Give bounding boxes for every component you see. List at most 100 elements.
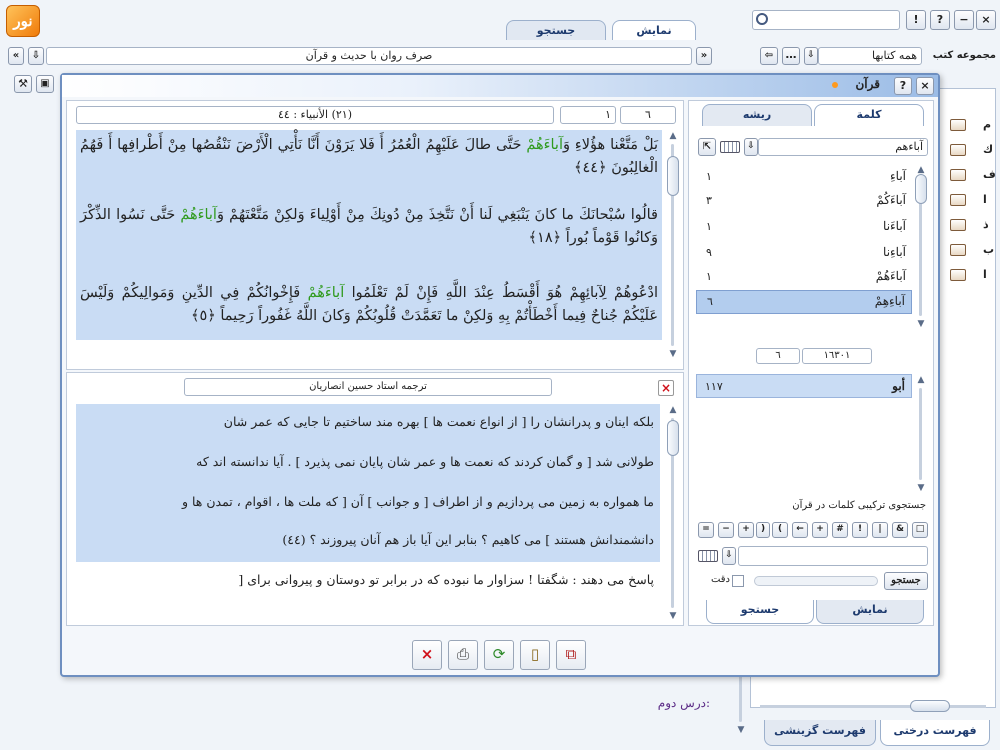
side-bottom-tab-display[interactable]: نمايش bbox=[816, 600, 924, 624]
word-list-item-selected[interactable]: آباءِهِمْ ٦ bbox=[696, 290, 912, 314]
bottom-tab-tree[interactable]: فهرست درختی bbox=[880, 720, 990, 746]
refresh-button[interactable]: ⟳ bbox=[484, 640, 514, 670]
verse-1: بَلْ مَتَّعْنا هؤُلاءِ وَآباءَهُمْ حَتَّ… bbox=[80, 137, 658, 176]
app-logo: نور bbox=[6, 5, 40, 37]
word-count: ١ bbox=[706, 170, 712, 183]
tree-item[interactable]: ف bbox=[983, 168, 996, 181]
quran-title: قرآن bbox=[855, 77, 880, 91]
tree-item[interactable]: ا bbox=[983, 193, 987, 206]
nav-back-button[interactable]: » bbox=[696, 47, 712, 65]
window-icon[interactable]: ▣ bbox=[36, 75, 54, 93]
precision-label: دقت bbox=[710, 574, 730, 585]
word-list-item[interactable]: آباءِنا ٩ bbox=[696, 242, 912, 264]
export-icon[interactable]: ⇱ bbox=[698, 138, 716, 156]
help-button[interactable]: ? bbox=[930, 10, 950, 30]
tree-item[interactable]: ذ bbox=[983, 218, 989, 231]
operator-button[interactable]: ← bbox=[792, 522, 808, 538]
operator-button[interactable]: + bbox=[812, 522, 828, 538]
compound-search-input[interactable] bbox=[738, 546, 928, 566]
root-list-item[interactable]: أبو ١١٧ bbox=[696, 374, 912, 398]
operator-button[interactable]: & bbox=[892, 522, 908, 538]
verse-3: ادْعُوهُمْ لِآبائِهِمْ هُوَ أَقْسَطُ عِن… bbox=[80, 285, 658, 324]
global-search-input[interactable] bbox=[752, 10, 900, 30]
word-count: ٦ bbox=[707, 295, 713, 308]
root-word-count: ١١٧ bbox=[705, 380, 723, 393]
search-button[interactable]: جستجو bbox=[884, 572, 928, 590]
word-list-vscroll[interactable]: ▲ ▼ bbox=[914, 164, 928, 330]
translation-close-icon[interactable]: × bbox=[658, 380, 674, 396]
operator-button[interactable]: + bbox=[738, 522, 754, 538]
compound-dropdown-button[interactable]: ⇩ bbox=[722, 547, 736, 565]
operator-button[interactable]: | bbox=[872, 522, 888, 538]
search-icon bbox=[756, 13, 768, 25]
quran-titlebar bbox=[62, 75, 938, 97]
operator-button[interactable]: # bbox=[832, 522, 848, 538]
operator-button[interactable]: □ bbox=[912, 522, 928, 538]
minimize-button[interactable]: − bbox=[954, 10, 974, 30]
tree-item[interactable]: ك bbox=[983, 143, 993, 156]
accent-marker bbox=[832, 82, 838, 88]
word-count: ٣ bbox=[706, 194, 712, 207]
side-tab-word[interactable]: كلمة bbox=[814, 104, 924, 126]
info-button[interactable]: ! bbox=[906, 10, 926, 30]
word-text: آباءِنا bbox=[883, 245, 906, 259]
top-tab-display[interactable]: نمایش bbox=[612, 20, 696, 40]
word-text: آباءِ bbox=[890, 169, 906, 183]
translation-vscroll[interactable]: ▲ ▼ bbox=[666, 404, 680, 622]
side-tab-root[interactable]: ريشه bbox=[702, 104, 812, 126]
word-list-item[interactable]: آباءِ ١ bbox=[696, 166, 912, 188]
word-list-item[interactable]: آباءَهُمْ ١ bbox=[696, 266, 912, 288]
precision-slider[interactable] bbox=[754, 576, 878, 586]
more-button[interactable]: … bbox=[782, 47, 800, 65]
book-icon bbox=[950, 194, 966, 206]
top-tab-search[interactable]: جستجو bbox=[506, 20, 606, 40]
collection-select[interactable]: همه کتابها bbox=[818, 47, 922, 65]
copy-button[interactable]: ⧉ bbox=[556, 640, 586, 670]
close-button[interactable]: × bbox=[976, 10, 996, 30]
nav-down-button[interactable]: ⇩ bbox=[28, 47, 44, 65]
collection-dropdown-button[interactable]: ⇩ bbox=[804, 47, 818, 65]
word-search-input[interactable]: آباءهم bbox=[758, 138, 928, 156]
operator-button[interactable]: ( bbox=[772, 522, 788, 538]
word-count: ٩ bbox=[706, 246, 712, 259]
word-list-item[interactable]: آباءَنا ١ bbox=[696, 216, 912, 238]
lesson-label: درس دوم: bbox=[657, 696, 710, 710]
operator-button[interactable]: ! bbox=[852, 522, 868, 538]
quran-help-button[interactable]: ? bbox=[894, 77, 912, 95]
result-counter-left: ٦ bbox=[756, 348, 800, 364]
verse-input[interactable]: ١ bbox=[560, 106, 616, 124]
word-dropdown-button[interactable]: ⇩ bbox=[744, 138, 758, 156]
tree-item[interactable]: ا bbox=[983, 268, 987, 281]
operator-button[interactable]: ) bbox=[756, 522, 770, 538]
bottom-tab-selective[interactable]: فهرست گزینشی bbox=[764, 720, 876, 746]
back-arrow-button[interactable]: ⇦ bbox=[760, 47, 778, 65]
operator-button[interactable]: = bbox=[698, 522, 714, 538]
print-button[interactable]: ⎙ bbox=[448, 640, 478, 670]
keyboard-icon[interactable] bbox=[720, 141, 740, 153]
close-red-button[interactable]: × bbox=[412, 640, 442, 670]
root-list-vscroll[interactable]: ▲ ▼ bbox=[914, 374, 928, 494]
quran-close-button[interactable]: × bbox=[916, 77, 934, 95]
root-word-text: أبو bbox=[892, 379, 905, 393]
tree-item[interactable]: ب bbox=[983, 243, 994, 256]
word-count: ١ bbox=[706, 220, 712, 233]
word-text: آباءِهِمْ bbox=[874, 294, 905, 308]
verse-vscroll[interactable]: ▲ ▼ bbox=[666, 130, 680, 360]
wrench-icon[interactable]: ⚒ bbox=[14, 75, 32, 93]
address-bar[interactable]: صرف روان با حدیث و قرآن bbox=[46, 47, 692, 65]
side-bottom-tab-search[interactable]: جستجو bbox=[706, 600, 814, 624]
word-text: آباءَهُمْ bbox=[875, 269, 906, 283]
translation-title: ترجمه استاد حسين انصاريان bbox=[184, 378, 552, 396]
word-list-item[interactable]: آباءَكُمْ ٣ bbox=[696, 190, 912, 212]
tree-item[interactable]: م bbox=[983, 118, 991, 131]
precision-checkbox[interactable] bbox=[732, 575, 744, 587]
tree-hscroll[interactable] bbox=[760, 700, 986, 712]
highlighted-word: آباءَهُمْ bbox=[307, 285, 345, 301]
highlighted-word: آباءَهُمْ bbox=[180, 207, 217, 223]
page-button[interactable]: ▯ bbox=[520, 640, 550, 670]
nav-forward-button[interactable]: « bbox=[8, 47, 24, 65]
page-input[interactable]: ٦ bbox=[620, 106, 676, 124]
keyboard-icon[interactable] bbox=[698, 550, 718, 562]
book-icon bbox=[950, 119, 966, 131]
operator-button[interactable]: − bbox=[718, 522, 734, 538]
